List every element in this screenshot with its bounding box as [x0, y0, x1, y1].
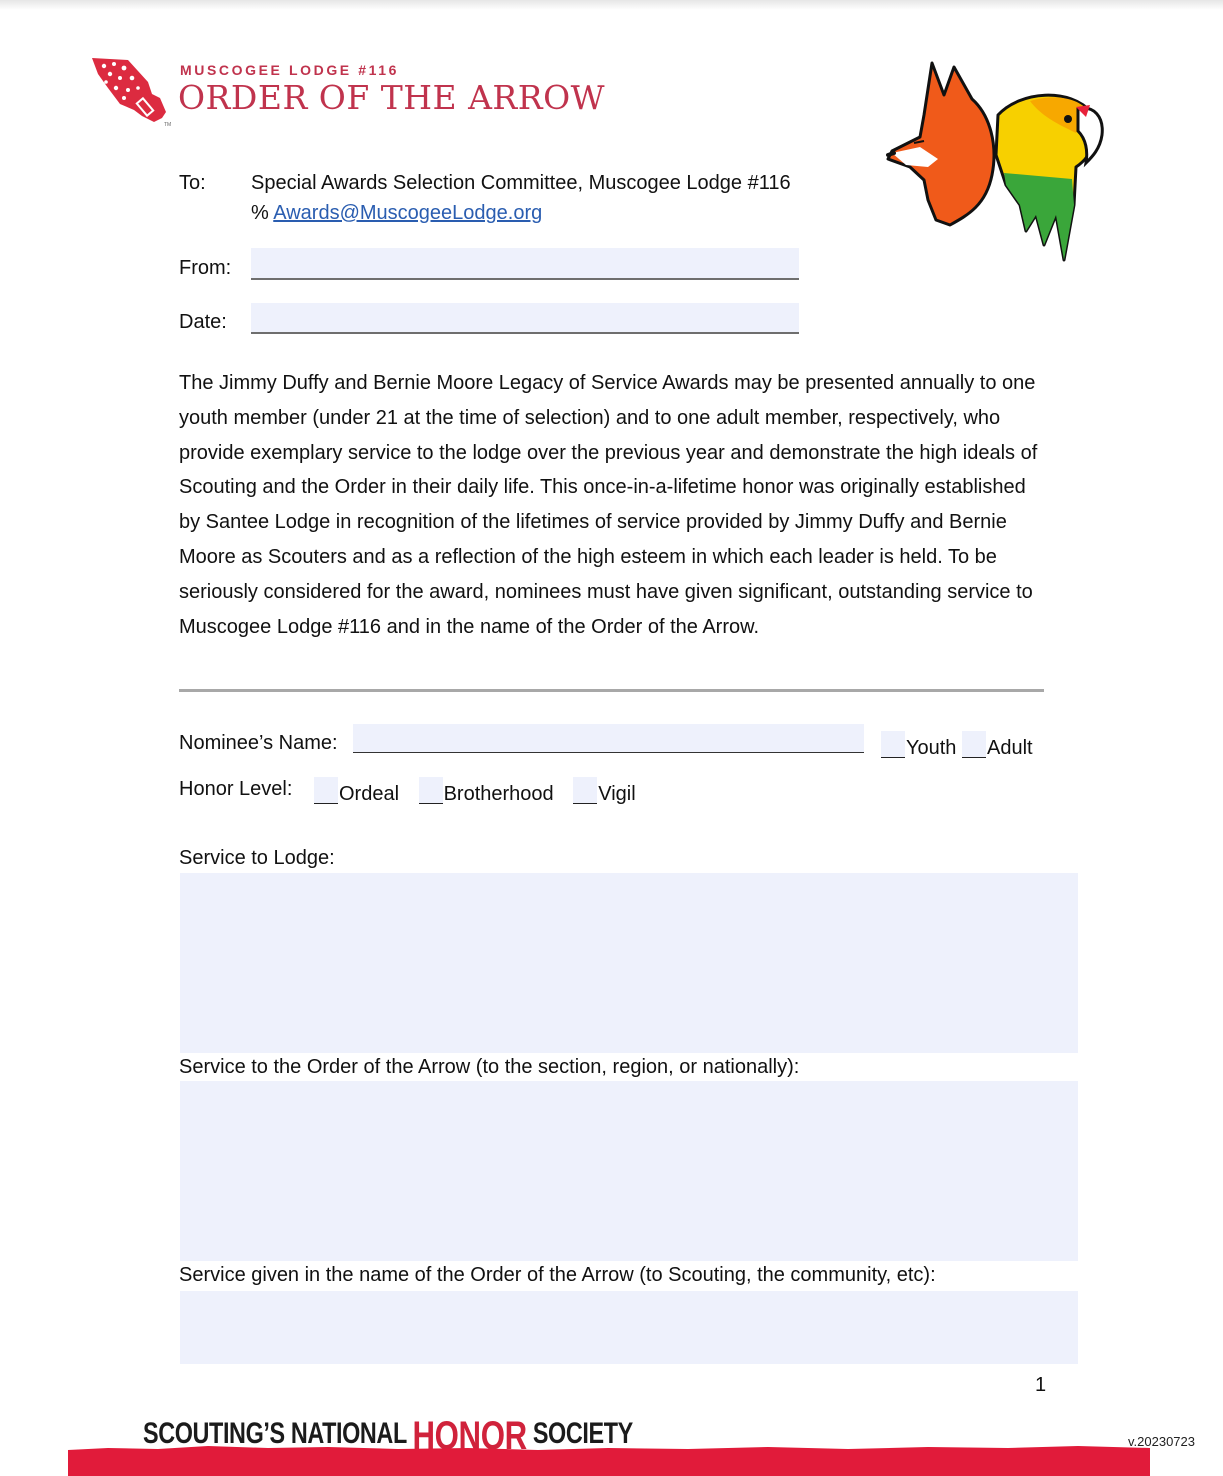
intro-paragraph: The Jimmy Duffy and Bernie Moore Legacy …: [179, 372, 1038, 638]
footer-red-band: [68, 1450, 1150, 1476]
youth-checkbox[interactable]: [881, 731, 905, 758]
awards-email-link[interactable]: Awards@MuscogeeLodge.org: [273, 202, 542, 224]
adult-option[interactable]: Adult: [962, 731, 1033, 759]
service-in-name-of-oa-field[interactable]: [180, 1291, 1078, 1364]
lodge-name: MUSCOGEE LODGE #116: [180, 62, 400, 78]
to-recipient: Special Awards Selection Committee, Musc…: [251, 172, 791, 194]
org-title: ORDER OF THE ARROW: [178, 78, 606, 117]
date-field[interactable]: [251, 303, 799, 334]
service-to-lodge-label: Service to Lodge:: [179, 847, 335, 869]
service-to-oa-label: Service to the Order of the Arrow (to th…: [179, 1056, 800, 1078]
adult-checkbox[interactable]: [962, 731, 986, 758]
nominee-name-field[interactable]: [353, 724, 864, 753]
service-to-oa-field[interactable]: [180, 1081, 1078, 1261]
care-of-line: % Awards@MuscogeeLodge.org: [251, 201, 542, 225]
page-number: 1: [1035, 1374, 1047, 1396]
brotherhood-option[interactable]: Brotherhood: [418, 777, 554, 805]
version-label: v.20230723: [1128, 1434, 1195, 1449]
brotherhood-checkbox[interactable]: [418, 777, 443, 804]
fox-parakeet-mascot-icon: [886, 61, 1104, 262]
ordeal-checkbox[interactable]: [314, 777, 338, 804]
vigil-option[interactable]: Vigil: [573, 777, 636, 805]
trademark-mark: TM: [164, 122, 171, 128]
from-label: From:: [179, 257, 232, 279]
member-type-options: Youth Adult: [881, 731, 1033, 760]
from-field[interactable]: [251, 248, 799, 280]
service-in-name-of-oa-label: Service given in the name of the Order o…: [179, 1264, 936, 1286]
honor-level-options: Ordeal Brotherhood Vigil: [314, 777, 636, 806]
service-to-lodge-field[interactable]: [180, 873, 1078, 1053]
vigil-checkbox[interactable]: [573, 777, 598, 804]
nominee-name-label: Nominee’s Name:: [179, 732, 338, 754]
ordeal-option[interactable]: Ordeal: [314, 777, 399, 805]
to-label: To:: [179, 172, 206, 194]
date-label: Date:: [179, 311, 227, 333]
youth-option[interactable]: Youth: [881, 731, 956, 759]
honor-level-label: Honor Level:: [179, 778, 293, 800]
page-top-shadow: [0, 0, 1223, 10]
arrowhead-logo-icon: TM: [92, 58, 171, 128]
care-of-symbol: %: [251, 202, 269, 224]
section-divider: [179, 689, 1044, 692]
